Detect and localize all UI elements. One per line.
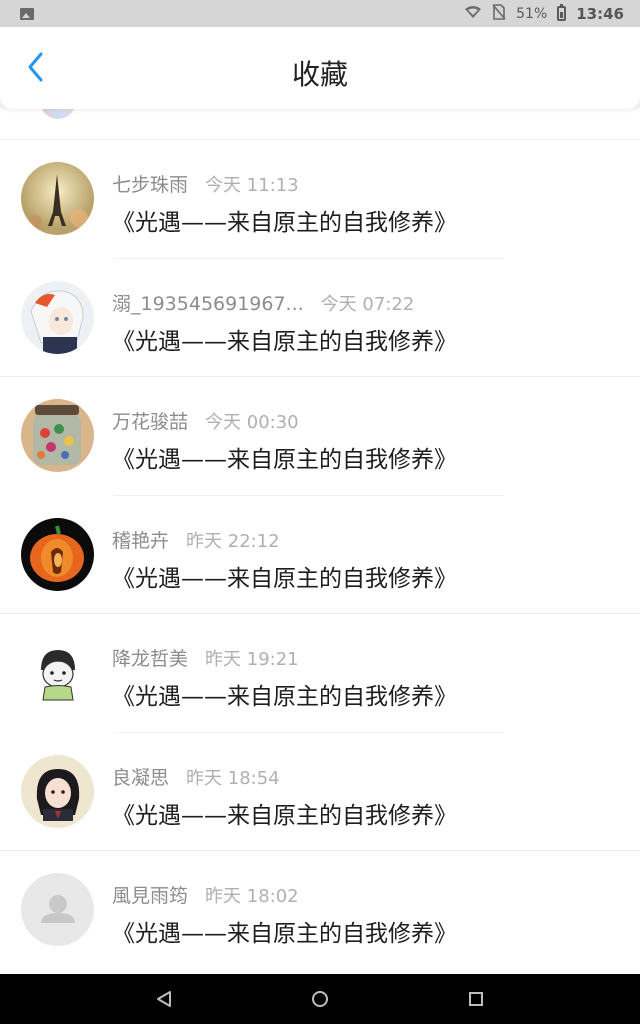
username[interactable]: 万花骏喆 [112,407,188,434]
nav-back-button[interactable] [150,985,178,1013]
candy-jar-avatar[interactable] [21,399,94,472]
image-notification-icon [20,7,34,20]
post-title[interactable]: 《光遇——来自原主的自我修养》 [112,322,457,356]
pumpkin-avatar[interactable] [21,517,94,591]
status-bar: 51% 13:46 [0,0,640,27]
post-title[interactable]: 《光遇——来自原主的自我修养》 [112,440,457,474]
status-left [20,7,34,20]
app-header: 收藏 [0,27,640,109]
list-item-partial[interactable] [0,109,640,140]
timestamp: 今天 00:30 [205,412,299,433]
post-title[interactable]: 《光遇——来自原主的自我修养》 [112,677,457,711]
timestamp: 昨天 18:54 [186,767,280,789]
system-nav-bar [0,974,640,1024]
battery-percent: 51% [516,5,548,22]
post-title[interactable]: 《光遇——来自原主的自我修养》 [112,796,457,830]
timestamp: 今天 11:13 [205,175,299,196]
triangle-back-icon [157,991,171,1007]
post-title[interactable]: 《光遇——来自原主的自我修养》 [112,559,457,593]
nav-home-button[interactable] [306,985,334,1013]
wifi-icon [464,5,482,23]
post-title[interactable]: 《光遇——来自原主的自我修养》 [112,203,457,237]
eiffel-tower-avatar[interactable] [21,162,94,235]
list-item[interactable]: 降龙哲美 昨天 19:21 《光遇——来自原主的自我修养》 [0,614,640,733]
battery-icon [557,4,567,21]
list-item[interactable]: 良凝思 昨天 18:54 《光遇——来自原主的自我修养》 [0,733,640,851]
list-item[interactable]: 風見雨筠 昨天 18:02 《光遇——来自原主的自我修养》 [0,851,640,970]
username[interactable]: 降龙哲美 [112,644,188,671]
post-title[interactable]: 《光遇——来自原主的自我修养》 [112,914,457,948]
list-item[interactable]: 万花骏喆 今天 00:30 《光遇——来自原主的自我修养》 [0,377,640,496]
avatar [40,109,76,119]
cartoon-boy-avatar[interactable] [21,636,94,709]
favorites-list: 七步珠雨 今天 11:13 《光遇——来自原主的自我修养》 溺_19354569… [0,109,640,974]
timestamp: 今天 07:22 [320,293,415,315]
status-right: 51% 13:46 [464,3,624,24]
username[interactable]: 七步珠雨 [112,170,188,197]
timestamp: 昨天 19:21 [205,649,299,670]
no-sim-icon [492,3,506,24]
girl-photo-avatar[interactable] [21,754,94,828]
list-item[interactable]: 溺_193545691967... 今天 07:22 《光遇——来自原主的自我修… [0,259,640,377]
username[interactable]: 良凝思 [112,763,169,790]
clock: 13:46 [576,4,624,23]
list-item[interactable]: 稽艳卉 昨天 22:12 《光遇——来自原主的自我修养》 [0,496,640,614]
timestamp: 昨天 22:12 [186,530,280,552]
circle-home-icon [312,991,328,1007]
username[interactable]: 溺_193545691967... [112,289,304,316]
username[interactable]: 稽艳卉 [112,526,169,553]
page-title: 收藏 [291,58,348,91]
nav-recents-button[interactable] [462,985,490,1013]
list-item[interactable]: 七步珠雨 今天 11:13 《光遇——来自原主的自我修养》 [0,140,640,259]
username[interactable]: 風見雨筠 [112,881,188,908]
anime-girl-avatar[interactable] [21,280,94,354]
timestamp: 昨天 18:02 [205,886,299,907]
square-recents-icon [469,992,483,1006]
default-user-avatar[interactable] [21,873,94,946]
